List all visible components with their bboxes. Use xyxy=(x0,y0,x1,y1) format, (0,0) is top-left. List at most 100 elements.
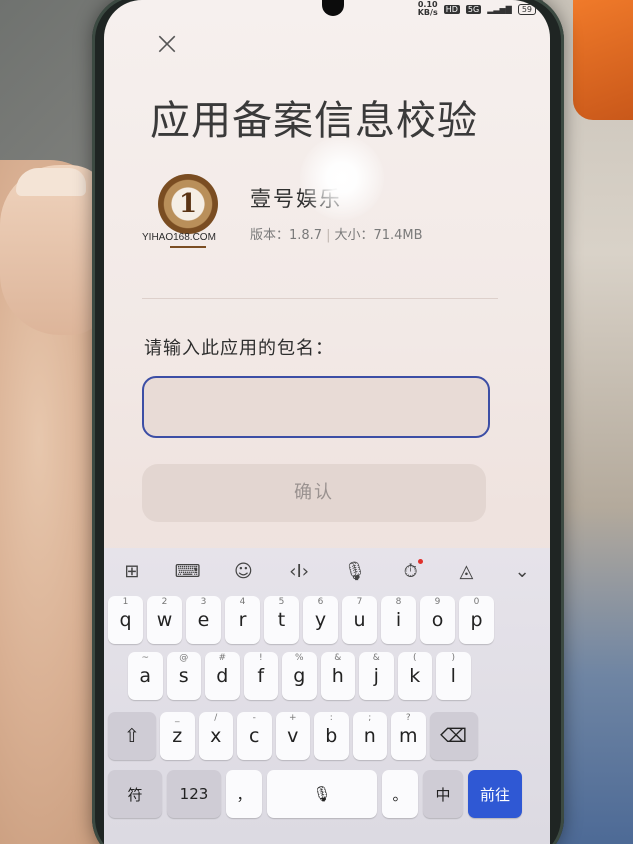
key-y[interactable]: 6y xyxy=(303,596,338,644)
mic-icon[interactable]: 🎙 xyxy=(335,561,375,582)
phone-screen: 0.10 KB/s HD 5G ▂▃▅▇ 59 × 应用备案信息校验 1 YIH… xyxy=(104,0,550,844)
key-hint: / xyxy=(214,713,218,723)
keyboard-row-3: ⇧ _ z / x - c + v: b; n? m ⌫ xyxy=(104,712,550,760)
key-o[interactable]: 9o xyxy=(420,596,455,644)
key-label: b xyxy=(325,725,338,747)
keyboard-icon[interactable]: ⌨ xyxy=(168,561,208,582)
key-b[interactable]: :b xyxy=(314,712,349,760)
key-r[interactable]: 4r xyxy=(225,596,260,644)
go-key[interactable]: 前往 xyxy=(468,770,522,818)
key-c[interactable]: -c xyxy=(237,712,272,760)
key-hint: 9 xyxy=(434,597,441,607)
signal-bars-icon: ▂▃▅▇ xyxy=(487,4,512,14)
key-label: y xyxy=(314,609,327,631)
key-hint: + xyxy=(288,713,297,723)
key-hint: : xyxy=(329,713,333,723)
key-label: g xyxy=(293,665,306,687)
key-label: c xyxy=(249,725,260,747)
key-label: u xyxy=(353,609,366,631)
key-s[interactable]: @ s xyxy=(166,652,201,700)
key-g[interactable]: % g xyxy=(282,652,317,700)
comma-key[interactable]: ， xyxy=(226,770,262,818)
handwriting-icon[interactable]: ◬ xyxy=(446,561,486,582)
confirm-button[interactable]: 确认 xyxy=(142,464,486,522)
close-icon[interactable]: × xyxy=(152,27,182,59)
key-label: k xyxy=(409,665,421,687)
row3-letters: _ z / x - c + v: b; n? m xyxy=(160,712,426,760)
key-hint: ; xyxy=(368,713,372,723)
front-camera xyxy=(322,0,344,16)
key-label: h xyxy=(331,665,344,687)
collapse-icon[interactable]: ⌄ xyxy=(502,561,542,582)
hd-icon: HD xyxy=(443,4,460,14)
key-hint: 0 xyxy=(473,597,480,607)
meta-separator: | xyxy=(326,228,331,243)
symbols-key[interactable]: 符 xyxy=(108,770,162,818)
app-meta: 版本：1.8.7 | 大小：71.4MB xyxy=(250,224,423,243)
key-e[interactable]: 3e xyxy=(186,596,221,644)
keyboard-toolbar: ⊞ ⌨ ☺ ‹I› 🎙 ⏱ ◬ ⌄ xyxy=(104,548,550,594)
key-l[interactable]: ) l xyxy=(436,652,471,700)
app-logo: 1 xyxy=(158,174,218,234)
keyboard-row-4: 符 123 ， 🎙 。 中 前往 xyxy=(104,770,550,818)
key-t[interactable]: 5t xyxy=(264,596,299,644)
package-name-input[interactable] xyxy=(142,376,490,438)
key-k[interactable]: (k xyxy=(397,652,432,700)
key-hint: % xyxy=(294,653,304,663)
key-p[interactable]: 0p xyxy=(459,596,494,644)
key-hint: _ xyxy=(175,713,180,723)
key-h[interactable]: & h xyxy=(320,652,355,700)
soft-keyboard: ⊞ ⌨ ☺ ‹I› 🎙 ⏱ ◬ ⌄ 1q2w3e4r5t6y7u8i9o0p ~… xyxy=(104,548,550,844)
key-hint: ( xyxy=(412,653,417,663)
backspace-key[interactable]: ⌫ xyxy=(429,712,478,760)
cursor-icon[interactable]: ‹I› xyxy=(279,561,319,582)
key-hint: 1 xyxy=(122,597,129,607)
key-label: w xyxy=(156,609,173,631)
key-i[interactable]: 8i xyxy=(381,596,416,644)
space-key[interactable]: 🎙 xyxy=(267,770,377,818)
key-hint: ? xyxy=(405,713,411,723)
key-hint: 4 xyxy=(239,597,246,607)
key-m[interactable]: ? m xyxy=(391,712,426,760)
divider xyxy=(142,298,498,299)
signal-icon: 5G xyxy=(465,4,482,14)
record-icon[interactable]: ⏱ xyxy=(391,558,431,582)
grid-icon[interactable]: ⊞ xyxy=(112,561,152,582)
key-label: e xyxy=(197,609,210,631)
key-n[interactable]: ; n xyxy=(352,712,387,760)
key-f[interactable]: ! f xyxy=(243,652,278,700)
period-key[interactable]: 。 xyxy=(382,770,418,818)
key-label: t xyxy=(277,609,286,631)
key-a[interactable]: ~ a xyxy=(128,652,163,700)
key-z[interactable]: _ z xyxy=(160,712,195,760)
light-glare xyxy=(300,136,384,220)
key-label: p xyxy=(470,609,483,631)
app-logo-text: YIHAO168.COM xyxy=(142,232,216,243)
key-u[interactable]: 7u xyxy=(342,596,377,644)
shift-key[interactable]: ⇧ xyxy=(108,712,156,760)
key-v[interactable]: + v xyxy=(275,712,310,760)
key-label: v xyxy=(287,725,299,747)
package-name-prompt: 请输入此应用的包名： xyxy=(144,338,334,359)
key-x[interactable]: / x xyxy=(198,712,233,760)
keyboard-row-2: ~ a @ s # d! f% g & h & j(k) l xyxy=(104,652,550,700)
background-object xyxy=(573,0,633,120)
keyboard-row-1: 1q2w3e4r5t6y7u8i9o0p xyxy=(104,596,550,644)
emoji-icon[interactable]: ☺ xyxy=(223,561,263,582)
key-hint: 5 xyxy=(278,597,285,607)
key-w[interactable]: 2w xyxy=(147,596,182,644)
numbers-key[interactable]: 123 xyxy=(167,770,221,818)
app-version: 版本：1.8.7 xyxy=(250,228,323,243)
key-label: q xyxy=(119,609,132,631)
key-d[interactable]: # d xyxy=(205,652,240,700)
key-label: r xyxy=(238,609,247,631)
thumbnail-nail xyxy=(16,168,86,196)
key-label: s xyxy=(178,665,189,687)
key-q[interactable]: 1q xyxy=(108,596,143,644)
key-j[interactable]: & j xyxy=(359,652,394,700)
key-label: a xyxy=(139,665,152,687)
key-label: d xyxy=(216,665,229,687)
key-hint: 6 xyxy=(317,597,324,607)
key-hint: ) xyxy=(451,653,455,663)
language-key[interactable]: 中 xyxy=(423,770,463,818)
